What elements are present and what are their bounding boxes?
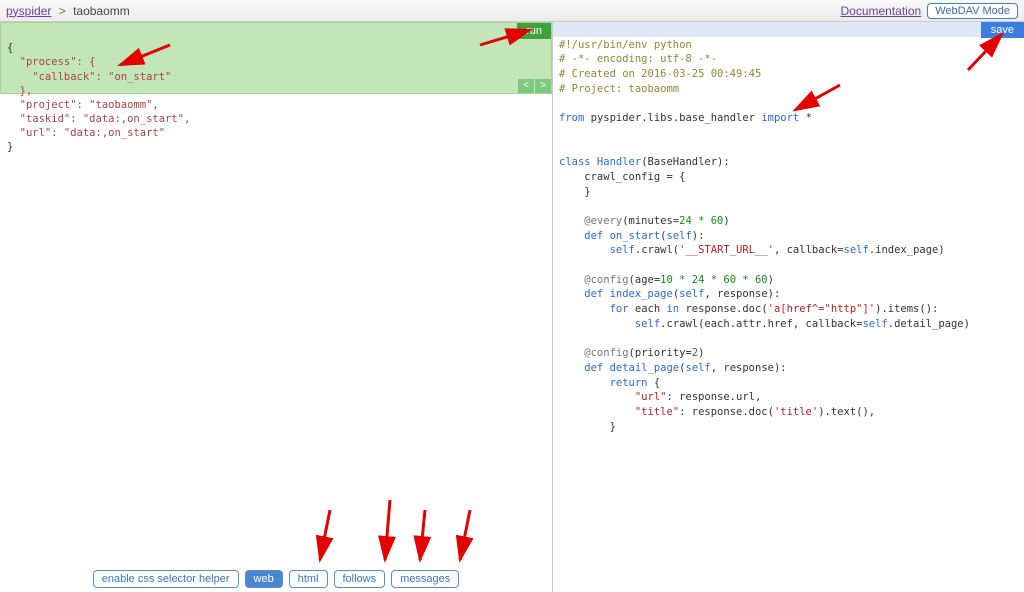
task-json-line: }, — [7, 85, 32, 97]
code-kw: import — [761, 112, 799, 124]
breadcrumb-separator: > — [59, 4, 66, 18]
code-line: # -*- encoding: utf-8 -*- — [559, 53, 717, 65]
code-line: # Project: taobaomm — [559, 83, 679, 95]
code-kw: return — [559, 377, 648, 389]
code-editor[interactable]: #!/usr/bin/env python # -*- encoding: ut… — [553, 22, 1024, 435]
code-fn: on_start — [603, 230, 660, 242]
task-json-line: "process": { — [7, 56, 96, 68]
code-line: # Created on 2016-03-25 00:49:45 — [559, 68, 761, 80]
code-line: #!/usr/bin/env python — [559, 39, 692, 51]
code-txt: .index_page) — [869, 244, 945, 256]
code-txt: .crawl(each.attr.href, callback= — [660, 318, 862, 330]
code-num: 24 * 60 — [679, 215, 723, 227]
code-txt: { — [648, 377, 661, 389]
code-txt: each — [629, 303, 667, 315]
code-txt: , response): — [704, 288, 780, 300]
documentation-link[interactable]: Documentation — [840, 4, 921, 18]
code-kw: from — [559, 112, 584, 124]
code-str: 'a[href^="http"]' — [768, 303, 875, 315]
top-right: Documentation WebDAV Mode — [840, 3, 1018, 19]
result-tabs: enable css selector helper web html foll… — [0, 570, 552, 588]
task-json-line: "url": "data:,on_start" — [7, 127, 165, 139]
code-decorator: @every — [559, 215, 622, 227]
code-fn: detail_page — [603, 362, 679, 374]
code-str: "url" — [635, 391, 667, 403]
code-txt — [559, 244, 610, 256]
code-kw: class — [559, 156, 591, 168]
code-txt — [559, 318, 635, 330]
run-button[interactable]: run — [517, 23, 551, 39]
code-kw: def — [559, 288, 603, 300]
code-fn: Handler — [591, 156, 642, 168]
home-link[interactable]: pyspider — [6, 4, 51, 18]
task-json-box: { "process": { "callback": "on_start" },… — [0, 22, 552, 94]
code-decorator: @config — [559, 274, 629, 286]
code-self: self — [610, 244, 635, 256]
code-txt: .crawl( — [635, 244, 679, 256]
code-txt: response.doc( — [679, 303, 768, 315]
history-nav: < > — [517, 79, 551, 93]
code-txt — [559, 406, 635, 418]
code-txt: (priority= — [629, 347, 692, 359]
tab-html[interactable]: html — [289, 570, 328, 588]
save-button[interactable]: save — [981, 22, 1024, 38]
code-self: self — [679, 288, 704, 300]
code-txt: ): — [692, 230, 705, 242]
code-txt: , callback= — [774, 244, 844, 256]
code-txt: ) — [698, 347, 704, 359]
tab-follows[interactable]: follows — [334, 570, 386, 588]
code-self: self — [667, 230, 692, 242]
code-str: 'title' — [774, 406, 818, 418]
code-str: "title" — [635, 406, 679, 418]
code-txt: (minutes= — [622, 215, 679, 227]
code-self: self — [862, 318, 887, 330]
css-helper-button[interactable]: enable css selector helper — [93, 570, 239, 588]
code-txt — [559, 391, 635, 403]
code-self: self — [685, 362, 710, 374]
code-line: crawl_config = { — [559, 171, 685, 183]
code-self: self — [635, 318, 660, 330]
code-txt: ).items(): — [875, 303, 938, 315]
code-kw: in — [666, 303, 679, 315]
task-json-line: } — [7, 141, 13, 153]
code-num: 10 * 24 * 60 * 60 — [660, 274, 767, 286]
code-line: } — [559, 421, 616, 433]
code-kw: def — [559, 230, 603, 242]
project-name: taobaomm — [73, 4, 130, 18]
code-txt: , response): — [711, 362, 787, 374]
task-json-line: "callback": "on_start" — [7, 71, 171, 83]
task-json-line: "taskid": "data:,on_start", — [7, 113, 190, 125]
code-txt: : response.url, — [666, 391, 761, 403]
code-txt: * — [799, 112, 812, 124]
code-txt: ).text(), — [818, 406, 875, 418]
code-kw: def — [559, 362, 603, 374]
main-area: { "process": { "callback": "on_start" },… — [0, 22, 1024, 592]
code-txt: ) — [723, 215, 729, 227]
tab-messages[interactable]: messages — [391, 570, 459, 588]
breadcrumb: pyspider > taobaomm — [6, 4, 130, 18]
code-fn: index_page — [603, 288, 673, 300]
tab-web[interactable]: web — [245, 570, 283, 588]
task-json-line: { — [7, 42, 13, 54]
left-pane: { "process": { "callback": "on_start" },… — [0, 22, 553, 592]
task-json-line: "project": "taobaomm", — [7, 99, 159, 111]
webdav-mode-button[interactable]: WebDAV Mode — [927, 3, 1018, 19]
code-txt: : response.doc( — [679, 406, 774, 418]
code-txt: pyspider.libs.base_handler — [584, 112, 761, 124]
code-txt: (age= — [629, 274, 661, 286]
code-kw: for — [559, 303, 629, 315]
code-self: self — [844, 244, 869, 256]
code-line: } — [559, 186, 591, 198]
right-pane: save #!/usr/bin/env python # -*- encodin… — [553, 22, 1024, 592]
code-txt: ) — [768, 274, 774, 286]
history-next-button[interactable]: > — [535, 79, 551, 93]
code-txt: .detail_page) — [888, 318, 970, 330]
code-str: '__START_URL__' — [679, 244, 774, 256]
top-bar: pyspider > taobaomm Documentation WebDAV… — [0, 0, 1024, 22]
code-decorator: @config — [559, 347, 629, 359]
history-prev-button[interactable]: < — [518, 79, 534, 93]
code-txt: (BaseHandler): — [641, 156, 730, 168]
